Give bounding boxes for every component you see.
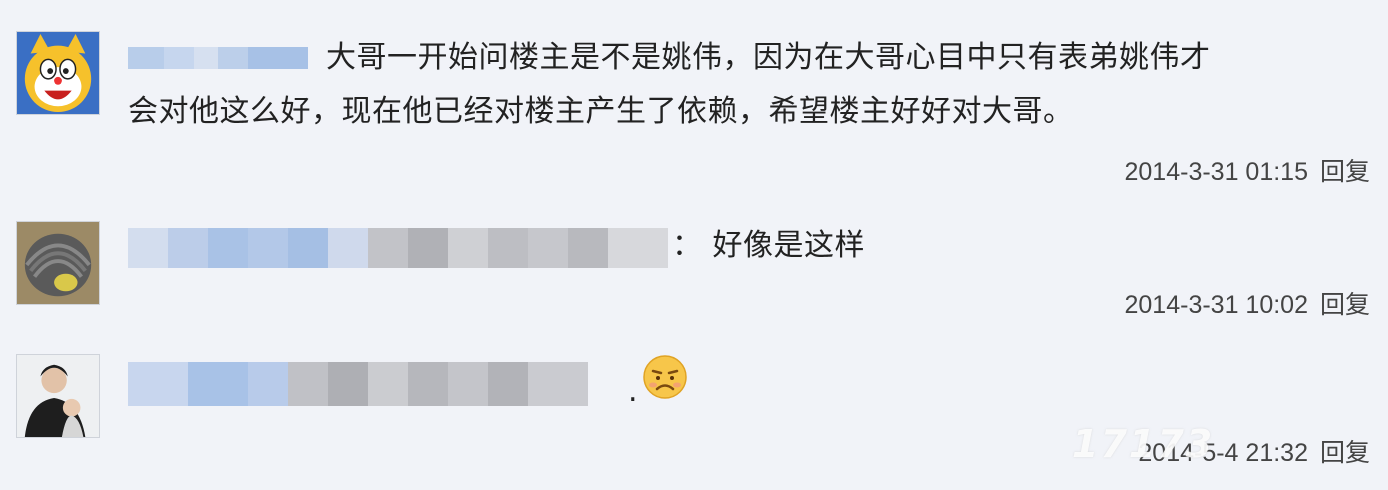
comment-meta: 2014-3-31 10:02 回复 xyxy=(1125,285,1371,321)
person-photo-avatar-icon xyxy=(17,355,99,437)
avatar[interactable] xyxy=(16,221,100,305)
reply-link[interactable]: 回复 xyxy=(1320,158,1370,186)
pouting-face-emoji-icon xyxy=(643,355,687,399)
watermark-logo: 17173 xyxy=(1072,422,1215,466)
comment-text: ： 好像是这样 xyxy=(672,228,866,263)
cartoon-cat-avatar-icon xyxy=(17,32,99,114)
shell-photo-avatar-icon xyxy=(17,222,99,304)
reply-link[interactable]: 回复 xyxy=(1320,291,1370,319)
comment-text-line-1: 大哥一开始问楼主是不是姚伟，因为在大哥心目中只有表弟姚伟才 xyxy=(326,40,1211,75)
timestamp: 2014-3-31 10:02 xyxy=(1124,291,1308,319)
blurred-username[interactable] xyxy=(128,362,628,406)
comment-text-line-2: 会对他这么好，现在他已经对楼主产生了依赖，希望楼主好好对大哥。 xyxy=(128,94,1074,129)
comment-meta: 2014-3-31 01:15 回复 xyxy=(1125,152,1371,188)
avatar[interactable] xyxy=(16,31,100,115)
blurred-username[interactable] xyxy=(128,47,308,69)
avatar[interactable] xyxy=(16,354,100,438)
reply-link[interactable]: 回复 xyxy=(1320,439,1370,467)
timestamp: 2014-3-31 01:15 xyxy=(1124,158,1308,186)
blurred-username[interactable] xyxy=(128,228,668,268)
comment-text: . xyxy=(628,374,639,409)
